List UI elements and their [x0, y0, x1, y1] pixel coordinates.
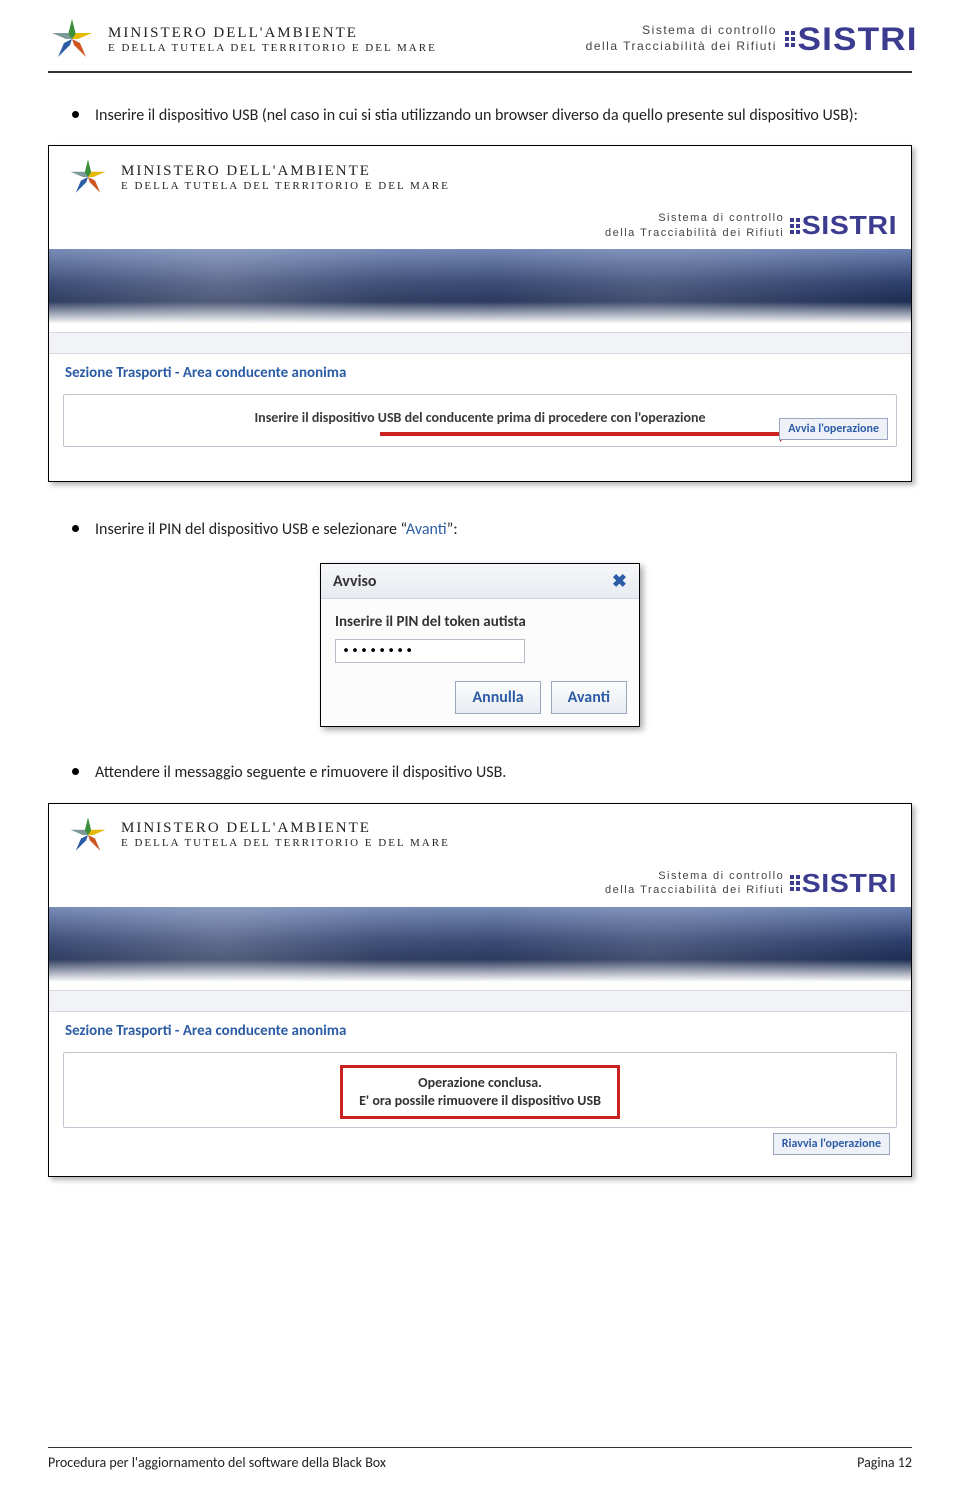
cancel-button[interactable]: Annulla	[455, 681, 540, 714]
next-button[interactable]: Avanti	[551, 681, 627, 714]
bullet-1: Inserire il dispositivo USB (nel caso in…	[48, 98, 912, 145]
grey-band	[49, 990, 911, 1012]
grey-band	[49, 332, 911, 354]
sistri-logo: SISTRI	[802, 868, 897, 899]
screenshot-operation-done: MINISTERO DELL'AMBIENTE E DELLA TUTELA D…	[48, 803, 912, 1177]
bullet-1-text: Inserire il dispositivo USB (nel caso in…	[95, 104, 858, 127]
dots-icon	[790, 875, 800, 891]
done-panel: Operazione conclusa. E' ora possile rimu…	[63, 1052, 897, 1128]
ministry-title: MINISTERO DELL'AMBIENTE E DELLA TUTELA D…	[108, 25, 437, 54]
done-message-box: Operazione conclusa. E' ora possile rimu…	[340, 1065, 620, 1119]
dialog-title: Avviso	[333, 572, 376, 591]
dialog-titlebar: Avviso ✖	[321, 564, 639, 599]
sistri-logo: SISTRI	[797, 21, 917, 58]
sistri-line2: della Tracciabilità dei Rifiuti	[586, 39, 777, 55]
page-footer: Procedura per l'aggiornamento del softwa…	[48, 1447, 912, 1471]
pin-dialog: Avviso ✖ Inserire il PIN del token autis…	[320, 563, 640, 727]
sistri-line1: Sistema di controllo	[586, 23, 777, 39]
bullet-2: Inserire il PIN del dispositivo USB e se…	[48, 512, 912, 559]
done-line1: Operazione conclusa.	[359, 1074, 601, 1092]
screenshot-insert-usb: MINISTERO DELL'AMBIENTE E DELLA TUTELA D…	[48, 145, 912, 482]
bullet-3: Attendere il messaggio seguente e rimuov…	[48, 755, 912, 802]
restart-operation-button[interactable]: Riavvia l'operazione	[773, 1133, 890, 1155]
start-operation-button[interactable]: Avvia l'operazione	[779, 418, 888, 440]
done-line2: E' ora possile rimuovere il dispositivo …	[359, 1092, 601, 1110]
sistri-tagline: Sistema di controllo della Tracciabilità…	[586, 23, 777, 54]
wave-banner	[49, 249, 911, 324]
sistri-logo: SISTRI	[802, 210, 897, 241]
footer-title: Procedura per l'aggiornamento del softwa…	[48, 1454, 386, 1471]
ministry-star-icon	[67, 156, 109, 198]
section-title: Sezione Trasporti - Area conducente anon…	[49, 1012, 911, 1048]
header-right: Sistema di controllo della Tracciabilità…	[586, 21, 912, 58]
sistri-tagline: Sistema di controllo della Tracciabilità…	[605, 869, 784, 898]
dots-icon	[790, 218, 800, 234]
ministry-star-icon	[67, 814, 109, 856]
document-body: Inserire il dispositivo USB (nel caso in…	[48, 73, 912, 1177]
ministry-line2: E DELLA TUTELA DEL TERRITORIO E DEL MARE	[108, 42, 437, 54]
close-icon[interactable]: ✖	[612, 570, 627, 592]
bullet-3-text: Attendere il messaggio seguente e rimuov…	[95, 761, 506, 784]
page-header: MINISTERO DELL'AMBIENTE E DELLA TUTELA D…	[48, 0, 912, 73]
header-left: MINISTERO DELL'AMBIENTE E DELLA TUTELA D…	[48, 15, 437, 63]
wave-banner	[49, 907, 911, 982]
ministry-title: MINISTERO DELL'AMBIENTE E DELLA TUTELA D…	[121, 820, 450, 849]
bullet-2-text: Inserire il PIN del dispositivo USB e se…	[95, 518, 458, 541]
footer-page: Pagina 12	[857, 1454, 912, 1471]
ministry-title: MINISTERO DELL'AMBIENTE E DELLA TUTELA D…	[121, 163, 450, 192]
ministry-line1: MINISTERO DELL'AMBIENTE	[108, 25, 437, 42]
red-arrow-icon	[380, 432, 786, 436]
bullet-icon	[72, 525, 79, 532]
section-title: Sezione Trasporti - Area conducente anon…	[49, 354, 911, 390]
usb-insert-panel: Inserire il dispositivo USB del conducen…	[63, 394, 897, 447]
pin-input[interactable]	[335, 639, 525, 663]
bullet-icon	[72, 111, 79, 118]
pin-label: Inserire il PIN del token autista	[335, 613, 625, 631]
sistri-tagline: Sistema di controllo della Tracciabilità…	[605, 211, 784, 240]
bullet-icon	[72, 768, 79, 775]
ministry-star-icon	[48, 15, 96, 63]
dots-icon	[785, 31, 795, 47]
